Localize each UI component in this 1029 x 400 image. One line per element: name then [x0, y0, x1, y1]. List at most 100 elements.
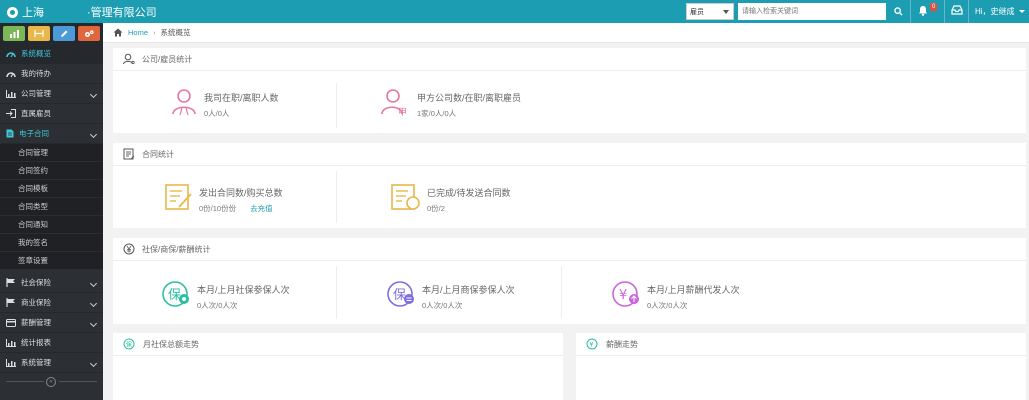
- stat-value: 0份/10份份 去充值: [199, 203, 283, 214]
- sidebar-item-label: 公司管理: [21, 89, 51, 98]
- chevron-down-icon: [89, 90, 98, 99]
- stat-title: 已完成/待发送合同数: [427, 188, 511, 198]
- bar-chart-icon: [6, 358, 16, 367]
- user-name: Hi，史继成: [975, 7, 1015, 16]
- breadcrumb-separator: ›: [153, 28, 156, 37]
- sidebar-subitem-my-signature[interactable]: 我的签名: [0, 234, 103, 252]
- sidebar-item-label: 系统概览: [21, 49, 51, 58]
- search-icon: [893, 7, 903, 16]
- stat-title: 本月/上月社保参保人次: [197, 285, 290, 295]
- sidebar-subitem-contract-template[interactable]: 合同模板: [0, 180, 103, 198]
- salary-icon: ¥: [586, 338, 598, 350]
- sidebar-subitem-contract-type[interactable]: 合同类型: [0, 198, 103, 216]
- bell-icon: [919, 6, 927, 16]
- sidebar-item-label: 电子合同: [19, 129, 49, 138]
- stat-social-insurance: 保 本月/上月社保参保人次 0人次/0人次: [161, 280, 290, 311]
- sidebar-item-salary[interactable]: 薪酬管理: [0, 313, 103, 333]
- file-list-icon: [123, 148, 135, 160]
- quick-button-chart[interactable]: [3, 26, 25, 41]
- sidebar-item-todo[interactable]: 我的待办: [0, 64, 103, 84]
- search-input[interactable]: [738, 3, 886, 20]
- sidebar-item-econtract[interactable]: 电子合同: [0, 124, 103, 144]
- stat-title: 本月/上月商保参保人次: [422, 285, 515, 295]
- chevron-down-icon: [89, 279, 98, 288]
- quick-button-edit[interactable]: [53, 26, 75, 41]
- pencil-icon: [61, 30, 68, 37]
- sign-in-icon: [6, 109, 16, 118]
- panel-title: 公司/雇员统计: [142, 54, 193, 64]
- double-left-icon: «: [49, 379, 53, 385]
- bar-chart-icon: [6, 89, 16, 98]
- sidebar-item-reports[interactable]: 统计报表: [0, 333, 103, 353]
- user-pink-icon: [172, 89, 196, 116]
- message-button[interactable]: [951, 5, 963, 17]
- role-select-value: 雇员: [690, 9, 704, 16]
- contract-edit-icon: [165, 184, 192, 210]
- sidebar-collapse-button[interactable]: «: [46, 377, 56, 387]
- sidebar-item-label: 系统管理: [21, 358, 51, 367]
- sidebar-subitem-contract-notice[interactable]: 合同通知: [0, 216, 103, 234]
- stat-value: 0人次/0人次: [422, 301, 463, 310]
- recharge-link[interactable]: 去充值: [250, 204, 273, 213]
- sidebar-subitem-contract-manage[interactable]: 合同管理: [0, 144, 103, 162]
- breadcrumb-home-link[interactable]: Home: [128, 28, 148, 37]
- sidebar-item-company[interactable]: 公司管理: [0, 84, 103, 104]
- panel-header: 合同统计: [113, 143, 1026, 166]
- sidebar-subitem-contract-sign[interactable]: 合同签约: [0, 162, 103, 180]
- sidebar: 系统概览 我的待办 公司管理 直属雇员 电子合同 合同管理 合同签约 合同模板 …: [0, 23, 103, 400]
- dashboard-icon: [6, 51, 16, 57]
- sidebar-item-label: 薪酬管理: [21, 318, 51, 327]
- stat-contracts-sent: 发出合同数/购买总数 0份/10份份 去充值: [165, 183, 283, 214]
- stat-value: 0份/2: [427, 204, 445, 213]
- stat-client-company: 甲 甲方公司数/在职/离职雇员 1家/0人/0人: [381, 88, 521, 119]
- chart-icon: [9, 29, 19, 38]
- logo-icon: [7, 6, 18, 18]
- panel-header: 社保/商保/薪酬统计: [113, 238, 1026, 261]
- sidebar-subitem-seal-settings[interactable]: 签章设置: [0, 252, 103, 270]
- stat-title: 本月/上月薪酬代发人次: [647, 285, 740, 295]
- panel-header: 公司/雇员统计: [113, 48, 1026, 71]
- flag-icon: [6, 278, 15, 287]
- chevron-down-icon: [89, 130, 98, 139]
- user-menu[interactable]: Hi，史继成: [975, 6, 1025, 17]
- panel-insurance-stats: 社保/商保/薪酬统计 保 本月/上月社保参保人次 0人次/0人次 保 本月/上月…: [113, 238, 1026, 324]
- social-insurance-icon: 保: [123, 338, 135, 350]
- notification-button[interactable]: [918, 5, 928, 18]
- svg-text:保: 保: [126, 341, 132, 349]
- sidebar-item-social-insurance[interactable]: 社会保险: [0, 273, 103, 293]
- chevron-down-icon: [89, 299, 98, 308]
- user-company-icon: 甲: [381, 89, 407, 116]
- stat-title: 我司在职/离职人数: [204, 93, 279, 103]
- social-insurance-icon: 保: [162, 281, 189, 307]
- sidebar-item-label: 社会保险: [21, 278, 51, 287]
- role-select[interactable]: 雇员: [686, 3, 734, 20]
- svg-text:¥: ¥: [619, 288, 627, 303]
- quick-button-settings[interactable]: [78, 26, 100, 41]
- arrows-h-icon: [34, 30, 44, 37]
- home-icon: [113, 28, 123, 37]
- sidebar-item-label: 商业保险: [21, 298, 51, 307]
- stat-contracts-completed: 已完成/待发送合同数 0份/2: [391, 183, 511, 214]
- quick-button-expand[interactable]: [28, 26, 50, 41]
- caret-down-icon: [723, 10, 729, 14]
- dashboard-icon: [6, 71, 16, 77]
- panel-employee-stats: 公司/雇员统计 我司在职/离职人数 0人/0人 甲 甲方公司数/在职/离职雇员 …: [113, 48, 1026, 133]
- logo-text: 上海: [22, 7, 44, 19]
- company-name: ·管理有限公司: [87, 7, 157, 19]
- commercial-insurance-icon: 保: [387, 281, 414, 307]
- credit-card-icon: [6, 318, 16, 327]
- panel-title: 月社保总额走势: [143, 339, 199, 349]
- salary-icon: ¥: [612, 281, 639, 307]
- logo[interactable]: 上海: [7, 4, 44, 20]
- sidebar-item-employees[interactable]: 直属雇员: [0, 104, 103, 124]
- yen-circle-icon: [123, 243, 135, 255]
- chevron-down-icon: [89, 359, 98, 368]
- inbox-icon: [951, 5, 963, 15]
- sidebar-item-commercial-insurance[interactable]: 商业保险: [0, 293, 103, 313]
- search-button[interactable]: [888, 3, 908, 20]
- sidebar-item-system[interactable]: 系统管理: [0, 353, 103, 373]
- stat-value: 0人次/0人次: [197, 301, 238, 310]
- sidebar-item-overview[interactable]: 系统概览: [0, 44, 103, 64]
- stat-value-text: 0份/10份份: [199, 204, 237, 213]
- sidebar-item-label: 我的待办: [21, 69, 51, 78]
